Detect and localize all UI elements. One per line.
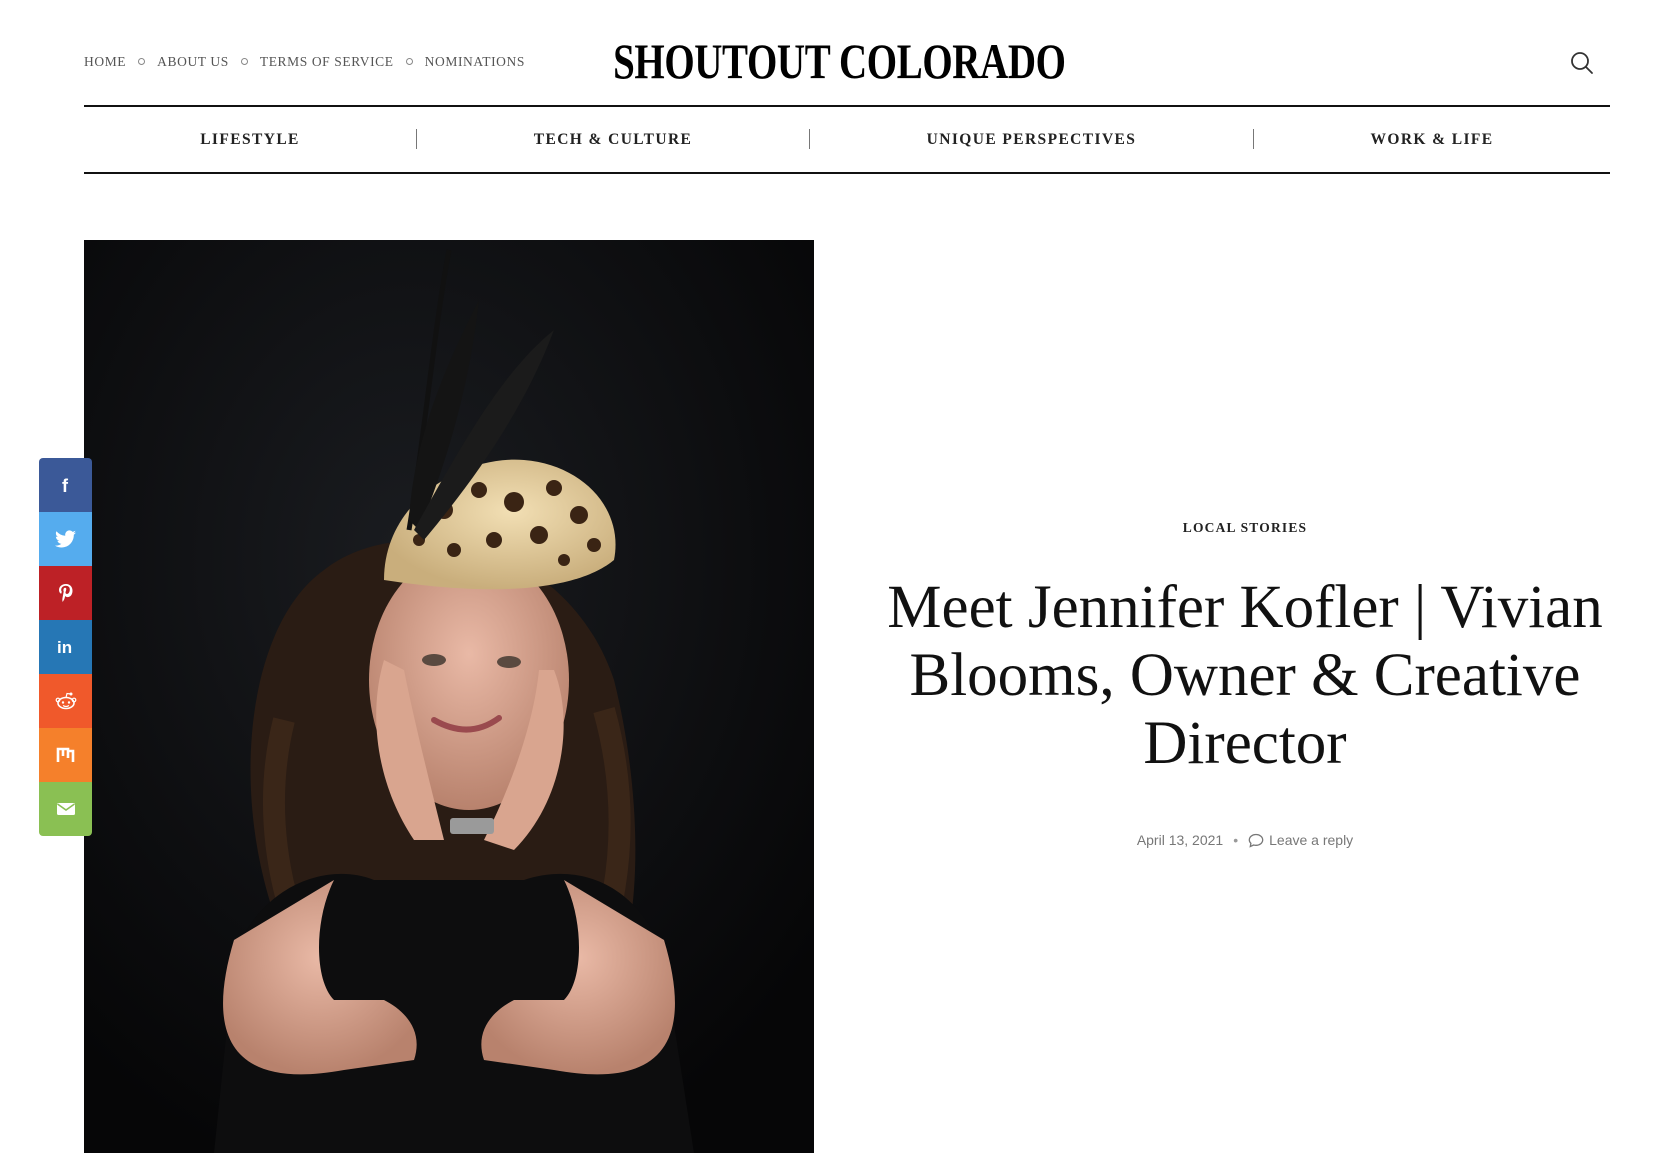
article-title: Meet Jennifer Kofler | Vivian Blooms, Ow… <box>887 574 1603 777</box>
email-icon <box>56 803 75 815</box>
article-header: LOCAL STORIES Meet Jennifer Kofler | Viv… <box>880 520 1610 848</box>
share-email-button[interactable] <box>39 782 92 836</box>
social-share-bar: f in <box>39 458 92 836</box>
meta-separator: • <box>1233 832 1239 848</box>
top-nav-home[interactable]: HOME <box>84 54 126 70</box>
share-reddit-button[interactable] <box>39 674 92 728</box>
share-facebook-button[interactable]: f <box>39 458 92 512</box>
share-linkedin-button[interactable]: in <box>39 620 92 674</box>
share-pinterest-button[interactable] <box>39 566 92 620</box>
comment-icon <box>1248 833 1264 848</box>
pinterest-icon <box>58 584 72 602</box>
category-nav: LIFESTYLE TECH & CULTURE UNIQUE PERSPECT… <box>84 107 1610 172</box>
search-icon[interactable] <box>1569 50 1595 76</box>
share-mix-button[interactable] <box>39 728 92 782</box>
article-date[interactable]: April 13, 2021 <box>1137 832 1223 848</box>
nav-separator-dot <box>138 57 146 65</box>
reddit-icon <box>55 692 76 710</box>
category-tech-culture[interactable]: TECH & CULTURE <box>417 107 809 172</box>
header-divider-bottom <box>84 172 1610 174</box>
svg-text:f: f <box>62 476 69 495</box>
featured-portrait-image <box>84 240 814 1153</box>
twitter-icon <box>54 530 76 548</box>
article-meta: April 13, 2021 • Leave a reply <box>880 832 1610 848</box>
site-logo[interactable]: SHOUTOUT COLORADO <box>186 32 1493 90</box>
linkedin-icon: in <box>57 638 72 657</box>
category-work-life[interactable]: WORK & LIFE <box>1254 107 1610 172</box>
category-lifestyle[interactable]: LIFESTYLE <box>84 107 416 172</box>
svg-text:in: in <box>57 638 72 657</box>
mix-icon <box>56 747 74 762</box>
facebook-icon: f <box>62 476 69 495</box>
category-unique-perspectives[interactable]: UNIQUE PERSPECTIVES <box>810 107 1253 172</box>
leave-reply-link[interactable]: Leave a reply <box>1248 832 1353 848</box>
article-category[interactable]: LOCAL STORIES <box>880 520 1610 536</box>
share-twitter-button[interactable] <box>39 512 92 566</box>
leave-reply-label: Leave a reply <box>1269 832 1354 848</box>
